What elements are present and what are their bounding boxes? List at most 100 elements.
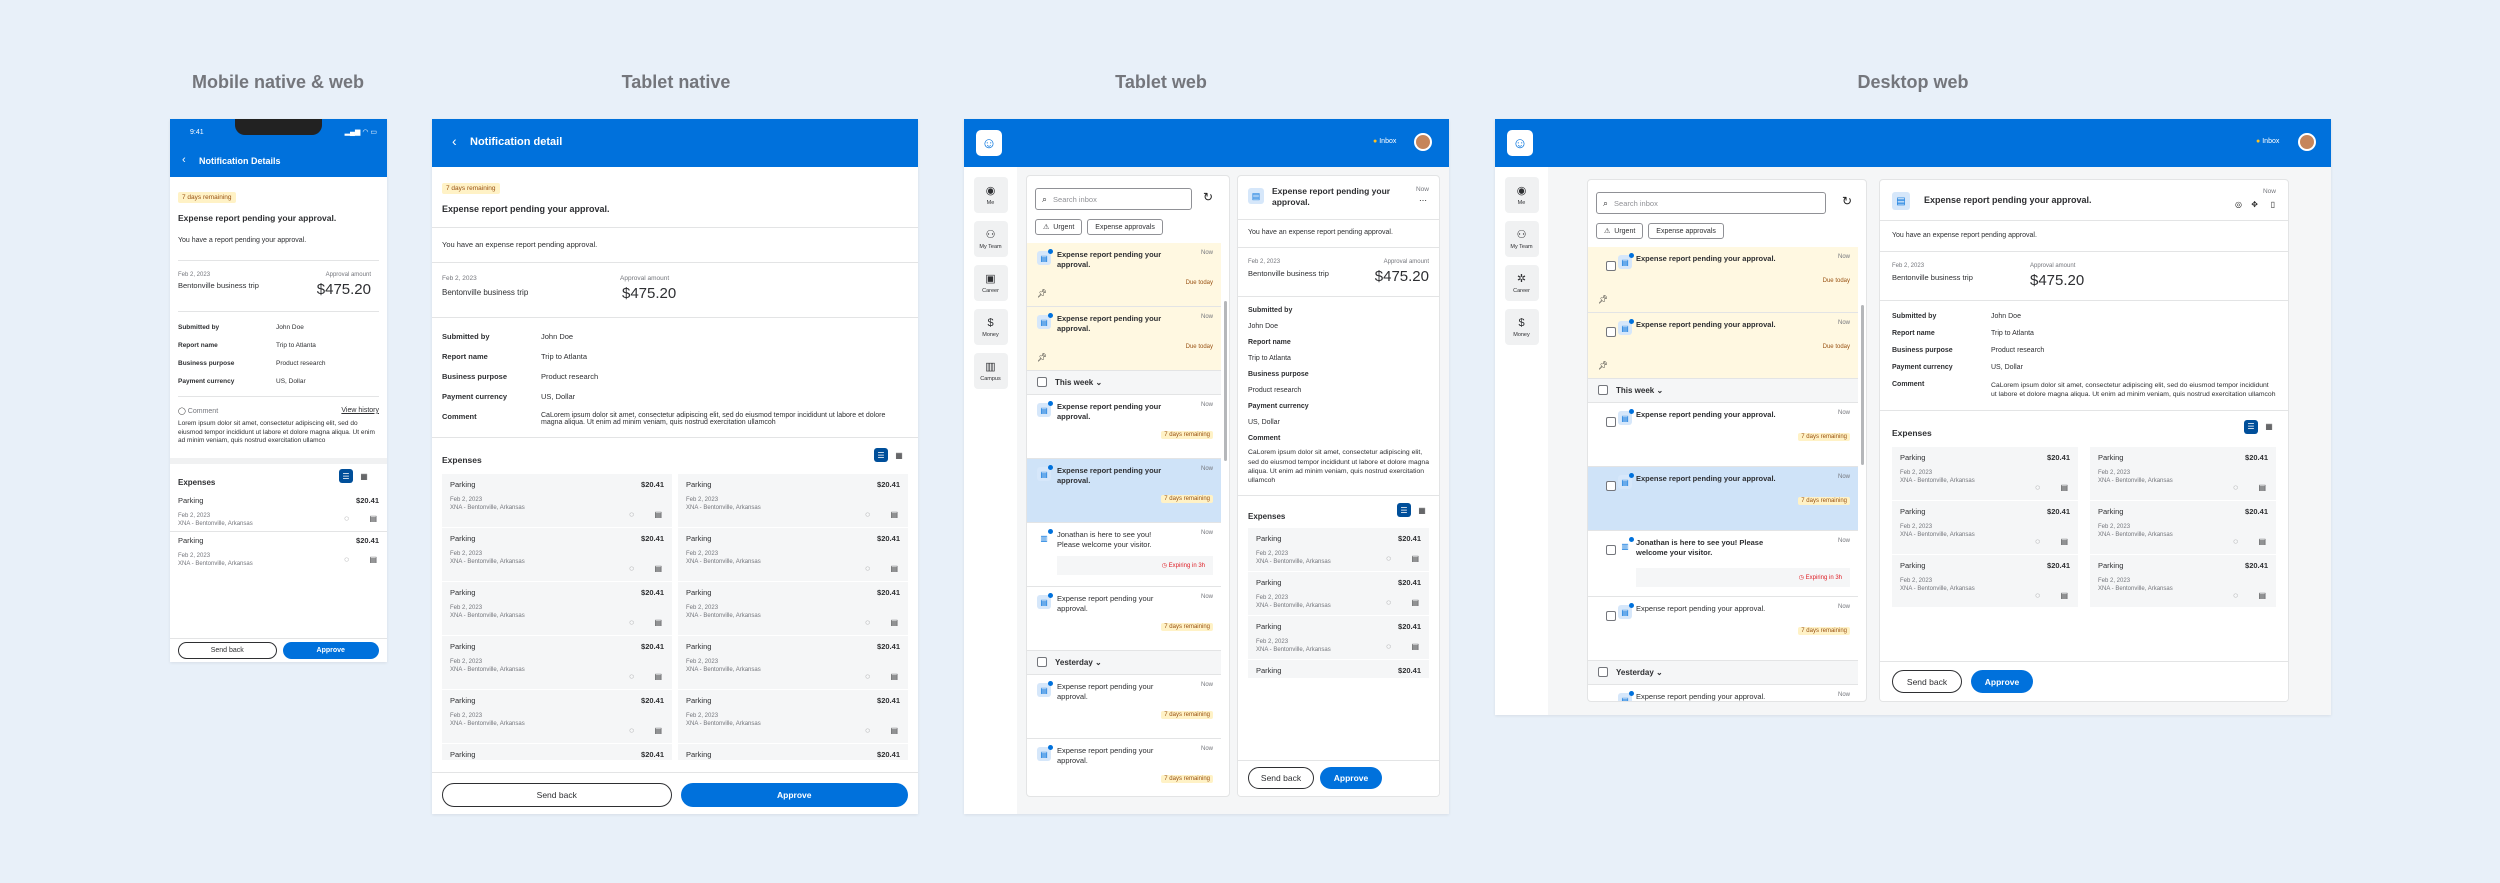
receipt-icon[interactable]: ▤	[654, 564, 662, 573]
inbox-link[interactable]: ● Inbox	[2256, 138, 2279, 145]
expense-item[interactable]: Parking$20.41Feb 2, 2023XNA - Bentonvill…	[1892, 446, 2078, 500]
expense-item[interactable]: Parking$20.41Feb 2, 2023XNA - Bentonvill…	[1248, 572, 1429, 616]
expense-item[interactable]: Parking$20.41Feb 2, 2023XNA - Bentonvill…	[2090, 446, 2276, 500]
expense-item[interactable]: Parking$20.41Feb 2, 2023XNA - Bentonvill…	[2090, 554, 2276, 607]
chat-icon[interactable]: ◌	[865, 510, 870, 519]
inbox-item[interactable]: ▤ Expense report pending your approval. No…	[1027, 395, 1221, 459]
trash-icon[interactable]: ▯	[2271, 200, 2275, 209]
search-input[interactable]: ⌕ Search inbox	[1596, 192, 1826, 214]
chat-icon[interactable]: ◌	[2035, 537, 2040, 546]
expense-item[interactable]: Parking$20.41Feb 2, 2023XNA - Bentonvill…	[1892, 500, 2078, 554]
grid-view-icon[interactable]: ▦	[2262, 420, 2276, 434]
app-logo-icon[interactable]: ☺	[976, 130, 1002, 156]
expense-item[interactable]: Parking$20.41Feb 2, 2023XNA - Bentonvill…	[678, 474, 908, 528]
expense-item[interactable]: Parking$20.41Feb 2, 2023XNA - Bentonvill…	[678, 744, 908, 761]
list-view-icon[interactable]: ☰	[1397, 503, 1411, 518]
expense-item[interactable]: Parking$20.41Feb 2, 2023XNA - Bentonvill…	[442, 474, 672, 528]
receipt-icon[interactable]: ▤	[2060, 483, 2068, 492]
pin-icon[interactable]: 📌︎	[1037, 353, 1047, 362]
receipt-icon[interactable]: ▤	[890, 672, 898, 681]
inbox-item[interactable]: ▤ Expense report pending your approval. No…	[1027, 587, 1221, 651]
scrollbar[interactable]	[1861, 305, 1864, 465]
list-view-icon[interactable]: ☰	[874, 448, 888, 463]
list-view-icon[interactable]: ☰	[2244, 419, 2258, 434]
receipt-icon[interactable]: ▤	[890, 510, 898, 519]
expense-item[interactable]: Parking$20.41Feb 2, 2023XNA - Bentonvill…	[442, 582, 672, 636]
item-checkbox[interactable]	[1606, 611, 1616, 621]
receipt-icon[interactable]: ▤	[654, 618, 662, 627]
chat-icon[interactable]: ◌	[1386, 598, 1391, 607]
send-back-button[interactable]: Send back	[1892, 670, 1962, 693]
expense-item[interactable]: Parking $20.41 Feb 2, 2023 XNA - Bentonvi…	[170, 492, 387, 532]
inbox-item[interactable]: ▥ Jonathan is here to see you! Please wel…	[1027, 523, 1221, 587]
receipt-icon[interactable]: ▤	[2060, 591, 2068, 600]
view-icon[interactable]: ◎	[2235, 200, 2242, 209]
chat-icon[interactable]: ◌	[2233, 483, 2238, 492]
pin-icon[interactable]: 📌︎	[1598, 361, 1608, 370]
receipt-icon[interactable]: ▤	[1411, 598, 1419, 607]
item-checkbox[interactable]	[1606, 481, 1616, 491]
expense-item[interactable]: Parking$20.41Feb 2, 2023XNA - Bentonvill…	[1248, 528, 1429, 572]
rail-item-money[interactable]: $ Money	[973, 309, 1008, 345]
view-history-link[interactable]: View history	[341, 407, 379, 415]
inbox-item[interactable]: ▤ Expense report pending your approval. No…	[1588, 403, 1858, 467]
group-checkbox[interactable]	[1037, 657, 1047, 667]
rail-item-me[interactable]: ◉ Me	[973, 177, 1008, 213]
chat-icon[interactable]: ◌	[344, 514, 349, 523]
inbox-item-selected[interactable]: ▤ Expense report pending your approval. No…	[1027, 459, 1221, 523]
receipt-icon[interactable]: ▤	[369, 555, 377, 564]
search-input[interactable]: ⌕ Search inbox	[1035, 188, 1192, 210]
inbox-item[interactable]: ▤ Expense report pending your approval. No…	[1027, 307, 1221, 371]
inbox-item[interactable]: ▥ Jonathan is here to see you! Please wel…	[1588, 531, 1858, 597]
expense-item[interactable]: Parking$20.41Feb 2, 2023XNA - Bentonvill…	[678, 582, 908, 636]
inbox-item[interactable]: ▤ Expense report pending your approval. No…	[1588, 247, 1858, 313]
urgent-filter-chip[interactable]: ⚠ Urgent	[1035, 219, 1083, 235]
more-options-icon[interactable]: ⋯	[1419, 196, 1427, 205]
rail-item-career[interactable]: ▣ Career	[973, 265, 1008, 301]
chat-icon[interactable]: ◌	[865, 726, 870, 735]
refresh-icon[interactable]: ↻	[1203, 190, 1213, 204]
urgent-filter-chip[interactable]: ⚠ Urgent	[1596, 223, 1644, 239]
chat-icon[interactable]: ◌	[629, 510, 634, 519]
inbox-item[interactable]: ▤ Expense report pending your approval. No…	[1588, 313, 1858, 379]
rail-item-my-team[interactable]: ⚇ My Team	[973, 221, 1008, 257]
expense-item[interactable]: Parking$20.41Feb 2, 2023XNA - Bentonvill…	[1892, 554, 2078, 607]
chat-icon[interactable]: ◌	[1386, 642, 1391, 651]
group-header-yesterday[interactable]: Yesterday ⌄	[1588, 661, 1858, 685]
back-icon[interactable]: ‹	[452, 133, 457, 149]
receipt-icon[interactable]: ▤	[654, 726, 662, 735]
inbox-item[interactable]: ▤ Expense report pending your approval. No…	[1027, 675, 1221, 739]
expense-approvals-filter-chip[interactable]: Expense approvals	[1087, 219, 1163, 235]
group-header-yesterday[interactable]: Yesterday ⌄	[1027, 651, 1221, 675]
expense-item[interactable]: Parking$20.41Feb 2, 2023XNA - Bentonvill…	[1248, 660, 1429, 679]
expense-item[interactable]: Parking$20.41Feb 2, 2023XNA - Bentonvill…	[442, 528, 672, 582]
inbox-item[interactable]: ▤ Expense report pending your approval. No…	[1588, 597, 1858, 661]
receipt-icon[interactable]: ▤	[2060, 537, 2068, 546]
receipt-icon[interactable]: ▤	[890, 618, 898, 627]
item-checkbox[interactable]	[1606, 545, 1616, 555]
chat-icon[interactable]: ◌	[2233, 537, 2238, 546]
grid-view-icon[interactable]: ▦	[357, 469, 371, 483]
receipt-icon[interactable]: ▤	[2258, 483, 2266, 492]
expense-approvals-filter-chip[interactable]: Expense approvals	[1648, 223, 1724, 239]
receipt-icon[interactable]: ▤	[654, 672, 662, 681]
chat-icon[interactable]: ◌	[1386, 554, 1391, 563]
receipt-icon[interactable]: ▤	[369, 514, 377, 523]
group-checkbox[interactable]	[1037, 377, 1047, 387]
group-checkbox[interactable]	[1598, 385, 1608, 395]
expense-item[interactable]: Parking$20.41Feb 2, 2023XNA - Bentonvill…	[678, 636, 908, 690]
pin-icon[interactable]: 📌︎	[1037, 289, 1047, 298]
chat-icon[interactable]: ◌	[629, 564, 634, 573]
avatar[interactable]	[1414, 133, 1432, 151]
inbox-item[interactable]: ▤ Expense report pending your approval. No…	[1027, 739, 1221, 796]
expense-item[interactable]: Parking$20.41Feb 2, 2023XNA - Bentonvill…	[2090, 500, 2276, 554]
expense-item[interactable]: Parking $20.41 Feb 2, 2023 XNA - Bentonvi…	[170, 532, 387, 567]
pin-icon[interactable]: ✥	[2251, 200, 2258, 209]
expense-item[interactable]: Parking$20.41Feb 2, 2023XNA - Bentonvill…	[678, 690, 908, 744]
chat-icon[interactable]: ◌	[629, 726, 634, 735]
chat-icon[interactable]: ◌	[2035, 483, 2040, 492]
group-header-this-week[interactable]: This week ⌄	[1588, 379, 1858, 403]
inbox-item[interactable]: ▤ Expense report pending your approval. No…	[1588, 685, 1858, 701]
send-back-button[interactable]: Send back	[442, 783, 672, 807]
receipt-icon[interactable]: ▤	[2258, 591, 2266, 600]
